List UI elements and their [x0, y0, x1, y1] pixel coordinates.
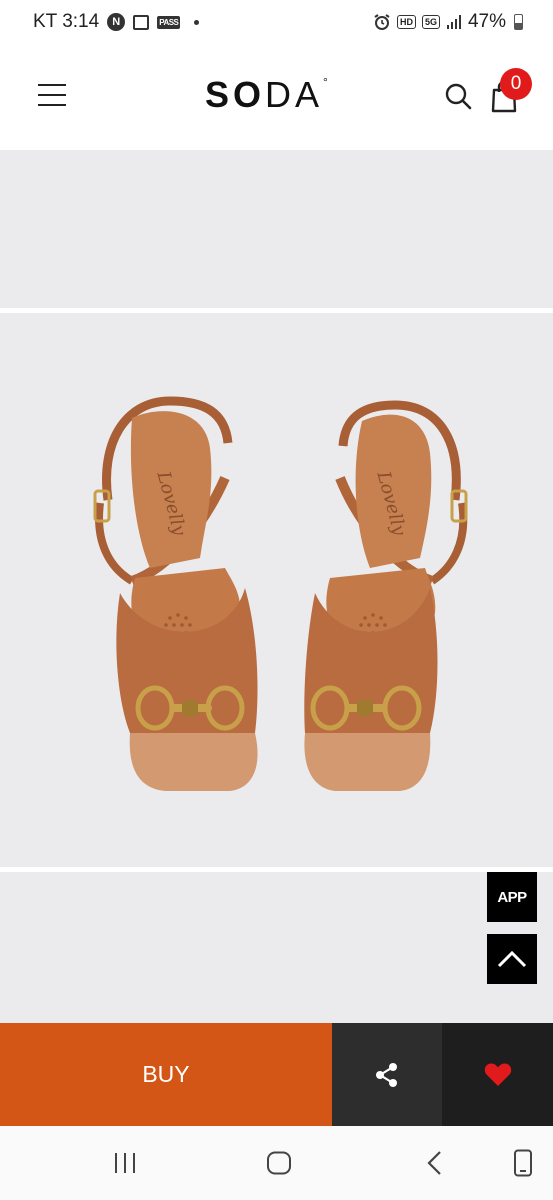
logo-mark: ° — [323, 75, 328, 89]
logo-bold-text: SO — [205, 74, 266, 115]
phone-icon — [514, 1149, 532, 1177]
buy-button[interactable]: BUY — [0, 1023, 332, 1126]
purchase-bar: BUY — [0, 1023, 553, 1126]
heart-icon — [484, 1063, 511, 1086]
logo-light-text: DA — [265, 74, 324, 115]
recent-apps-button[interactable] — [108, 1146, 142, 1180]
search-button[interactable] — [444, 82, 474, 112]
sandals-photo: Lovelly Lovelly — [93, 396, 468, 791]
hamburger-icon — [38, 84, 66, 86]
battery-level: 47% — [467, 11, 506, 32]
phone-mode-button[interactable] — [508, 1146, 538, 1180]
status-time: KT 3:14 — [33, 11, 100, 32]
search-icon — [445, 83, 472, 110]
gallery-notification-icon — [133, 14, 150, 30]
product-image-3[interactable] — [0, 872, 553, 1023]
menu-button[interactable] — [38, 82, 68, 108]
home-button[interactable] — [262, 1146, 296, 1180]
cart-count-badge: 0 — [500, 68, 532, 100]
hamburger-line — [38, 94, 66, 96]
battery-icon — [514, 14, 523, 30]
share-icon — [376, 1062, 397, 1087]
chevron-up-icon — [497, 950, 527, 968]
system-nav-bar — [0, 1126, 553, 1200]
naver-notification-icon: N — [107, 13, 126, 31]
hd-voice-icon: HD — [396, 15, 416, 29]
right-sandal: Lovelly — [304, 400, 468, 791]
status-bar: KT 3:14 N PASS HD 5G 47% — [0, 0, 553, 44]
wishlist-button[interactable] — [442, 1023, 553, 1126]
network-type-icon: 5G — [421, 15, 440, 29]
back-button[interactable] — [420, 1146, 450, 1180]
recent-apps-icon — [115, 1153, 135, 1173]
product-page: KT 3:14 N PASS HD 5G 47% SODA° 0 Lovelly… — [0, 0, 553, 1200]
app-download-button[interactable]: APP — [487, 872, 537, 922]
signal-icon — [446, 15, 461, 29]
soda-logo[interactable]: SODA° — [205, 74, 328, 116]
site-header: SODA° 0 — [0, 44, 553, 148]
alarm-icon — [374, 14, 390, 30]
home-icon — [267, 1151, 291, 1175]
share-button[interactable] — [332, 1023, 442, 1126]
product-image-1[interactable] — [0, 150, 553, 308]
left-sandal: Lovelly — [93, 396, 258, 791]
scroll-top-button[interactable] — [487, 934, 537, 984]
more-notifications-icon — [194, 19, 200, 25]
pass-notification-icon: PASS — [157, 15, 181, 29]
back-icon — [427, 1151, 441, 1175]
hamburger-line — [38, 104, 66, 106]
product-image-2[interactable]: Lovelly Lovelly — [0, 313, 553, 867]
